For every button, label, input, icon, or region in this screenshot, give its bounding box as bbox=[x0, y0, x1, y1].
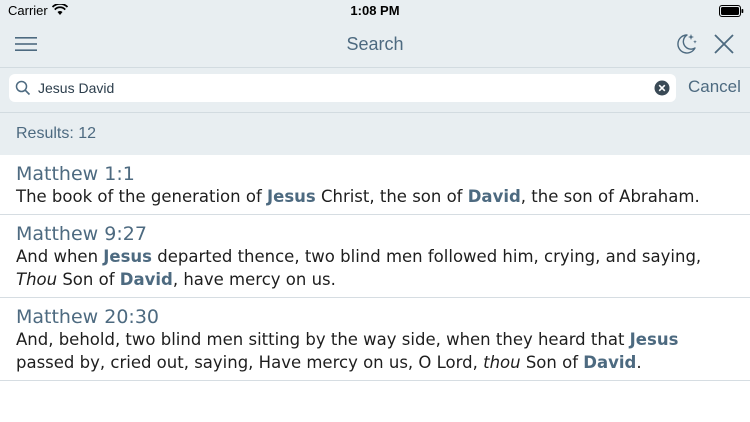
search-input[interactable] bbox=[38, 74, 638, 102]
result-text: And, behold, two blind men sitting by th… bbox=[16, 330, 679, 372]
result-item[interactable]: Matthew 9:27 And when Jesus departed the… bbox=[0, 215, 750, 298]
result-item[interactable]: Matthew 20:30 And, behold, two blind men… bbox=[0, 298, 750, 381]
page-title: Search bbox=[346, 34, 404, 54]
cancel-button[interactable]: Cancel bbox=[688, 77, 741, 97]
result-reference: Matthew 9:27 bbox=[16, 223, 147, 245]
results-count: Results: 12 bbox=[16, 125, 97, 142]
result-reference: Matthew 20:30 bbox=[16, 306, 160, 328]
result-item[interactable]: Matthew 1:1 The book of the generation o… bbox=[0, 155, 750, 215]
status-bar: Carrier 1:08 PM bbox=[0, 0, 750, 22]
close-icon[interactable] bbox=[712, 32, 736, 56]
result-reference: Matthew 1:1 bbox=[16, 163, 135, 185]
result-text: And when Jesus departed thence, two blin… bbox=[16, 247, 702, 289]
search-icon bbox=[15, 80, 31, 96]
result-text: The book of the generation of Jesus Chri… bbox=[16, 187, 700, 206]
night-mode-icon[interactable] bbox=[673, 31, 699, 57]
status-time: 1:08 PM bbox=[350, 3, 400, 18]
battery-icon bbox=[719, 5, 744, 17]
clear-icon[interactable] bbox=[654, 80, 670, 96]
results-list[interactable]: Matthew 1:1 The book of the generation o… bbox=[0, 155, 750, 422]
search-bar: Cancel bbox=[0, 67, 750, 112]
results-header: Results: 12 bbox=[0, 112, 750, 155]
search-field[interactable] bbox=[9, 74, 676, 102]
navigation-bar: Search bbox=[0, 22, 750, 67]
